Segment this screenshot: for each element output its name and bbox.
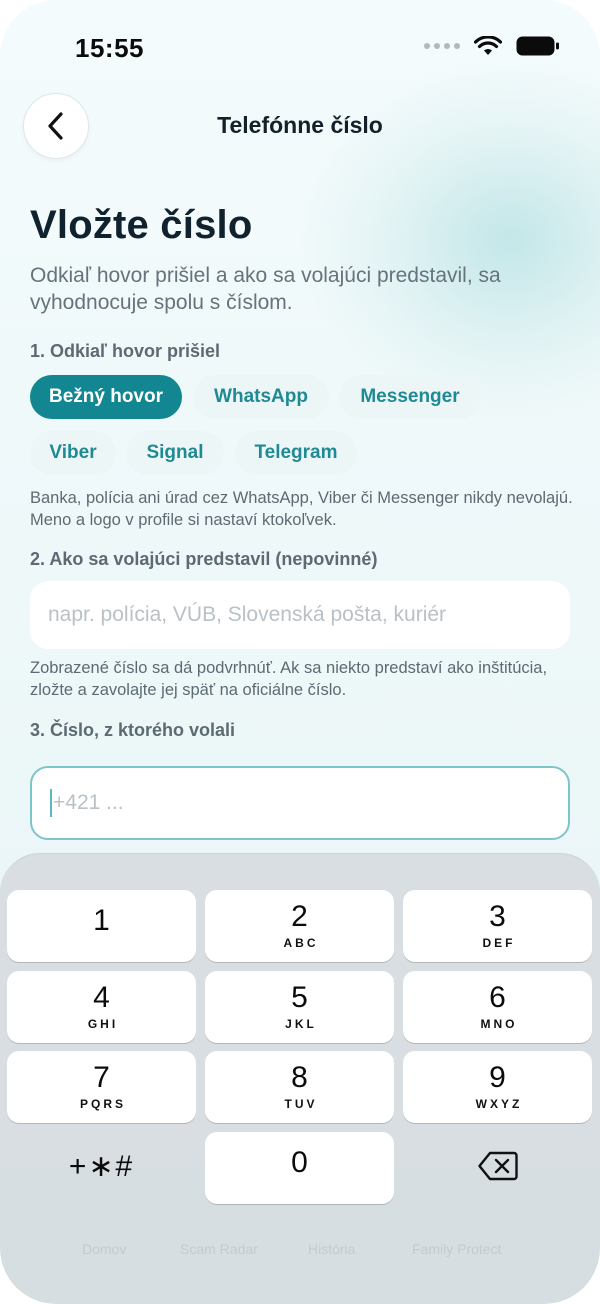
status-time: 15:55 [75,33,144,63]
subtitle: Odkiaľ hovor prišiel a ako sa volajúci p… [30,264,501,314]
tab-home-behind: Domov [82,1241,127,1257]
chip-messenger[interactable]: Messenger [339,375,481,419]
key-letters: MNO [480,1017,518,1031]
key-2[interactable]: 2 ABC [205,890,394,962]
key-letters: WXYZ [475,1097,523,1111]
key-digit: 0 [291,1146,308,1179]
key-digit: 3 [489,900,506,933]
phone-number-input[interactable]: +421 ... [30,766,570,840]
headline: Vložte číslo [30,203,253,247]
page-title: Telefónne číslo [217,112,383,138]
key-0[interactable]: 0 [205,1132,394,1204]
caller-identity-label: 2. Ako sa volajúci predstavil (nepovinné… [30,549,378,569]
key-letters: PQRS [79,1097,126,1111]
tab-history-behind: História [308,1241,356,1257]
call-source-note: Banka, polícia ani úrad cez WhatsApp, Vi… [30,489,573,529]
key-digit: 8 [291,1061,308,1094]
key-7[interactable]: 7 PQRS [7,1051,196,1123]
text-caret [50,789,52,817]
key-1[interactable]: 1 [7,890,196,962]
key-letters: DEF [482,936,516,950]
key-digit: 9 [489,1061,506,1094]
cellular-signal-icon [424,43,460,49]
chip-viber[interactable]: Viber [30,431,116,475]
chip-telegram[interactable]: Telegram [235,431,357,475]
caller-identity-input[interactable]: napr. polícia, VÚB, Slovenská pošta, kur… [30,581,570,649]
key-digit: 4 [93,981,110,1014]
key-symbols[interactable]: +∗# [7,1130,196,1202]
key-digit: 7 [93,1061,110,1094]
backspace-icon [477,1151,518,1181]
key-6[interactable]: 6 MNO [403,971,592,1043]
key-8[interactable]: 8 TUV [205,1051,394,1123]
battery-icon [516,36,559,56]
key-5[interactable]: 5 JKL [205,971,394,1043]
key-letters: TUV [284,1097,318,1111]
app-screen: 15:55 Telefónne číslo Vložte číslo Odkia… [0,0,600,1304]
key-letters: ABC [283,936,319,950]
key-digit: 5 [291,981,308,1014]
key-4[interactable]: 4 GHI [7,971,196,1043]
chip-bezny-hovor[interactable]: Bežný hovor [30,375,182,419]
caller-identity-placeholder: napr. polícia, VÚB, Slovenská pošta, kur… [48,603,447,626]
caller-identity-note: Zobrazené číslo sa dá podvrhnúť. Ak sa n… [30,659,548,699]
key-letters: JKL [285,1017,317,1031]
key-digit: 6 [489,981,506,1014]
status-icons [424,36,560,56]
key-digit: 1 [93,904,110,937]
key-letters: GHI [87,1017,119,1031]
delete-key[interactable] [403,1130,592,1202]
key-9[interactable]: 9 WXYZ [403,1051,592,1123]
key-3[interactable]: 3 DEF [403,890,592,962]
call-source-label: 1. Odkiaľ hovor prišiel [30,341,220,361]
phone-number-placeholder: +421 ... [53,791,124,814]
chip-signal[interactable]: Signal [126,431,224,475]
phone-number-label: 3. Číslo, z ktorého volali [30,720,236,740]
numeric-keypad: Domov Scam Radar História Family Protect… [0,853,600,1304]
key-digit: 2 [291,900,308,933]
chip-whatsapp[interactable]: WhatsApp [193,375,329,419]
tab-scam-radar-behind: Scam Radar [180,1241,258,1257]
wifi-icon [474,36,502,55]
tab-family-behind: Family Protect [412,1241,502,1257]
